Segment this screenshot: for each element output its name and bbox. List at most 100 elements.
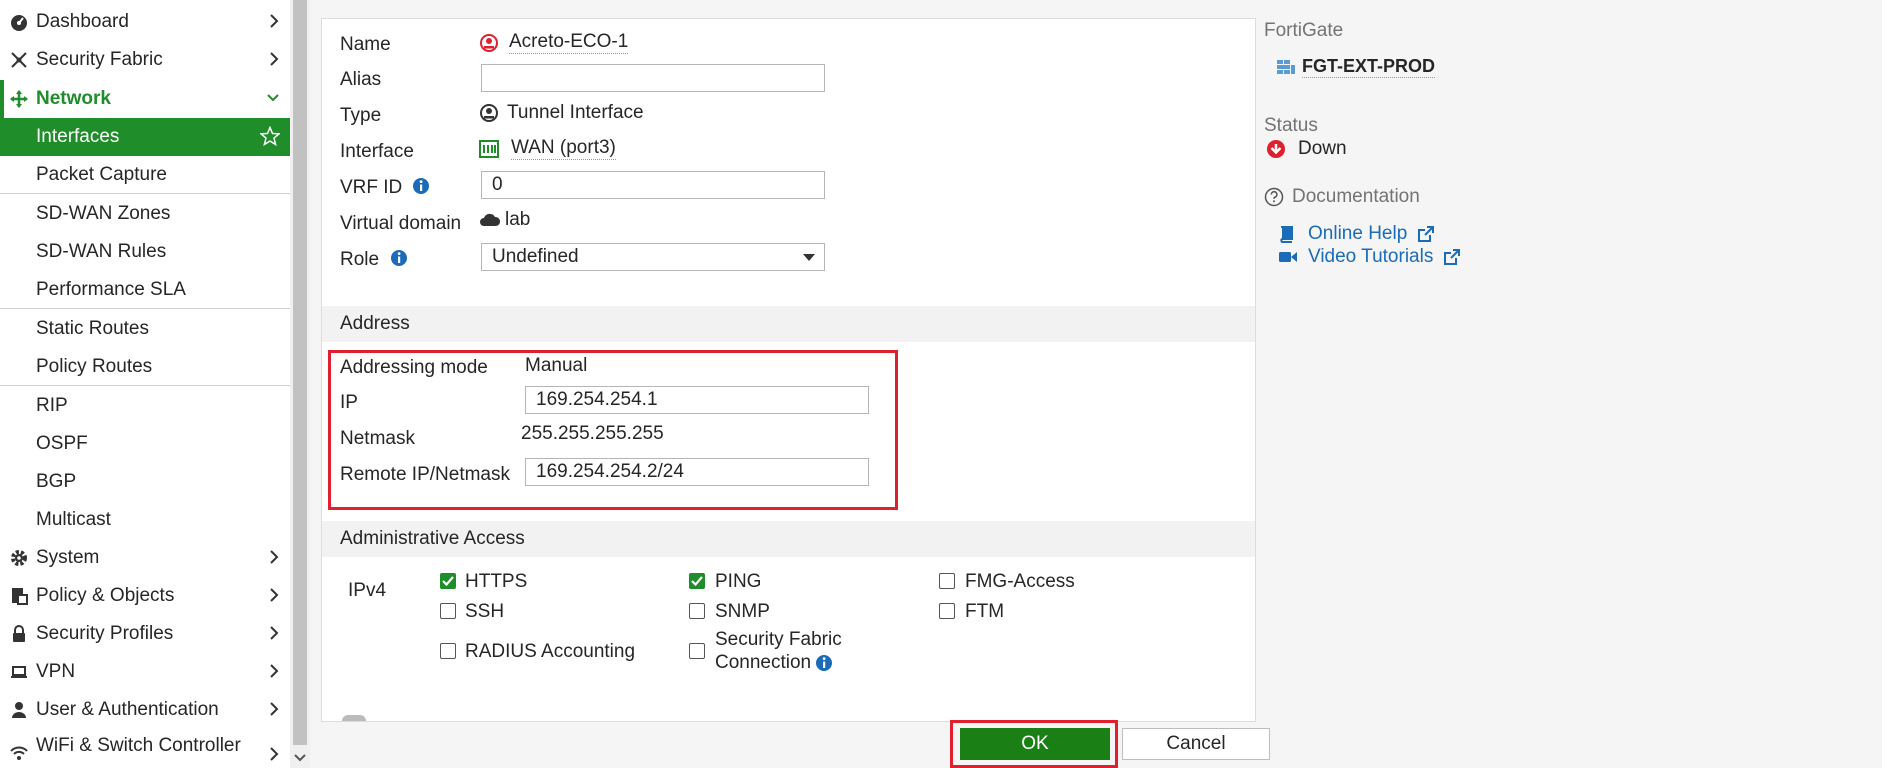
sidebar-item-vpn[interactable]: VPN bbox=[0, 653, 290, 691]
sidebar-item-label: SD-WAN Rules bbox=[36, 241, 167, 262]
sidebar-item-security-profiles[interactable]: Security Profiles bbox=[0, 615, 290, 653]
divider bbox=[0, 193, 290, 194]
status-down-icon bbox=[1267, 140, 1285, 158]
sidebar-item-label: Multicast bbox=[36, 509, 111, 530]
device-name-text: FGT-EXT-PROD bbox=[1302, 56, 1436, 78]
tunnel-down-icon bbox=[480, 33, 498, 52]
sidebar-item-label: Performance SLA bbox=[36, 279, 186, 300]
sidebar-item-rip[interactable]: RIP bbox=[0, 387, 290, 425]
type-text: Tunnel Interface bbox=[507, 102, 644, 123]
interface-value: WAN (port3) bbox=[479, 137, 616, 160]
sidebar-item-multicast[interactable]: Multicast bbox=[0, 501, 290, 539]
fmg-access-label: FMG-Access bbox=[965, 571, 1075, 592]
status-label: Status bbox=[1264, 115, 1318, 136]
sidebar-item-label: RIP bbox=[36, 395, 68, 416]
ftm-checkbox[interactable] bbox=[939, 603, 955, 619]
sidebar-item-policy-objects[interactable]: Policy & Objects bbox=[0, 577, 290, 615]
sidebar-item-performance-sla[interactable]: Performance SLA bbox=[0, 271, 290, 309]
virtual-domain-text: lab bbox=[505, 209, 531, 230]
documentation-label: Documentation bbox=[1292, 186, 1420, 207]
address-highlight-box bbox=[328, 350, 898, 510]
user-icon bbox=[8, 701, 30, 719]
device-name: FGT-EXT-PROD bbox=[1276, 56, 1436, 78]
online-help-link[interactable]: Online Help bbox=[1278, 223, 1435, 245]
sidebar: Dashboard Security Fabric Network Interf… bbox=[0, 0, 290, 768]
chevron-right-icon bbox=[268, 50, 280, 74]
sidebar-item-network[interactable]: Network bbox=[0, 80, 290, 118]
role-label: Role bbox=[340, 249, 380, 270]
sidebar-item-label: Policy & Objects bbox=[36, 585, 175, 606]
video-tutorials-link[interactable]: Video Tutorials bbox=[1278, 246, 1461, 268]
chevron-right-icon bbox=[268, 700, 280, 724]
sidebar-item-bgp[interactable]: BGP bbox=[0, 463, 290, 501]
fortigate-device-icon bbox=[1277, 60, 1295, 74]
ipv4-label: IPv4 bbox=[348, 580, 387, 601]
star-icon[interactable] bbox=[259, 125, 281, 152]
sidebar-item-label: VPN bbox=[36, 661, 76, 682]
sidebar-item-ospf[interactable]: OSPF bbox=[0, 425, 290, 463]
port-icon bbox=[479, 139, 499, 158]
security-fabric-connection-label-line1: Security Fabric bbox=[715, 629, 842, 650]
security-fabric-icon bbox=[8, 51, 30, 69]
sidebar-item-static-routes[interactable]: Static Routes bbox=[0, 310, 290, 348]
sidebar-item-label: Security Fabric bbox=[36, 49, 163, 70]
sidebar-item-security-fabric[interactable]: Security Fabric bbox=[0, 41, 290, 79]
sidebar-item-policy-routes[interactable]: Policy Routes bbox=[0, 348, 290, 386]
sidebar-item-interfaces[interactable]: Interfaces bbox=[0, 118, 290, 156]
scroll-down-arrow-icon[interactable] bbox=[293, 752, 307, 764]
security-fabric-connection-checkbox[interactable] bbox=[689, 643, 705, 659]
alias-input[interactable] bbox=[481, 64, 825, 92]
name-label: Name bbox=[340, 34, 391, 55]
vrf-id-input[interactable] bbox=[481, 171, 825, 199]
radius-accounting-checkbox[interactable] bbox=[440, 643, 456, 659]
cancel-button[interactable]: Cancel bbox=[1122, 728, 1270, 760]
sidebar-item-label: Network bbox=[36, 88, 111, 109]
dropdown-arrow-icon bbox=[803, 254, 815, 261]
sidebar-item-sd-wan-zones[interactable]: SD-WAN Zones bbox=[0, 195, 290, 233]
chevron-right-icon bbox=[268, 12, 280, 36]
status-value: Down bbox=[1266, 138, 1347, 160]
snmp-checkbox[interactable] bbox=[689, 603, 705, 619]
https-checkbox[interactable] bbox=[440, 573, 456, 589]
video-tutorials-label: Video Tutorials bbox=[1308, 246, 1434, 267]
role-select[interactable]: Undefined bbox=[481, 243, 825, 271]
sidebar-item-sd-wan-rules[interactable]: SD-WAN Rules bbox=[0, 233, 290, 271]
https-label: HTTPS bbox=[465, 571, 528, 592]
cloud-icon bbox=[480, 213, 501, 226]
sidebar-item-label: System bbox=[36, 547, 100, 568]
gear-icon bbox=[8, 549, 30, 567]
sidebar-item-label: Packet Capture bbox=[36, 164, 167, 185]
checkmark-icon bbox=[442, 576, 454, 587]
divider bbox=[0, 385, 290, 386]
sidebar-item-user-authentication[interactable]: User & Authentication bbox=[0, 691, 290, 729]
role-selected-value: Undefined bbox=[492, 246, 579, 267]
chevron-down-icon bbox=[266, 89, 280, 113]
lock-icon bbox=[8, 625, 30, 643]
name-value: Acreto-ECO-1 bbox=[479, 31, 629, 54]
toggle-switch[interactable] bbox=[342, 715, 366, 721]
info-icon[interactable] bbox=[815, 654, 833, 672]
scrollbar-thumb[interactable] bbox=[293, 0, 307, 745]
chevron-right-icon bbox=[268, 624, 280, 648]
snmp-label: SNMP bbox=[715, 601, 770, 622]
sidebar-item-label: Dashboard bbox=[36, 11, 129, 32]
info-icon[interactable] bbox=[390, 249, 408, 267]
documentation-heading: Documentation bbox=[1264, 186, 1420, 208]
sidebar-item-wifi-switch[interactable]: WiFi & Switch Controller bbox=[0, 729, 290, 768]
fmg-access-checkbox[interactable] bbox=[939, 573, 955, 589]
sidebar-item-dashboard[interactable]: Dashboard bbox=[0, 3, 290, 41]
sidebar-item-label: OSPF bbox=[36, 433, 88, 454]
info-icon[interactable] bbox=[412, 177, 430, 195]
help-circle-icon bbox=[1264, 187, 1284, 207]
ping-checkbox[interactable] bbox=[689, 573, 705, 589]
book-icon bbox=[1280, 226, 1293, 243]
ok-button[interactable]: OK bbox=[960, 728, 1110, 760]
radius-accounting-label: RADIUS Accounting bbox=[465, 641, 636, 662]
chevron-right-icon bbox=[268, 586, 280, 610]
chevron-right-icon bbox=[268, 745, 280, 768]
sidebar-item-packet-capture[interactable]: Packet Capture bbox=[0, 156, 290, 194]
ftm-label: FTM bbox=[965, 601, 1005, 622]
interface-text: WAN (port3) bbox=[511, 137, 616, 160]
sidebar-item-system[interactable]: System bbox=[0, 539, 290, 577]
ssh-checkbox[interactable] bbox=[440, 603, 456, 619]
